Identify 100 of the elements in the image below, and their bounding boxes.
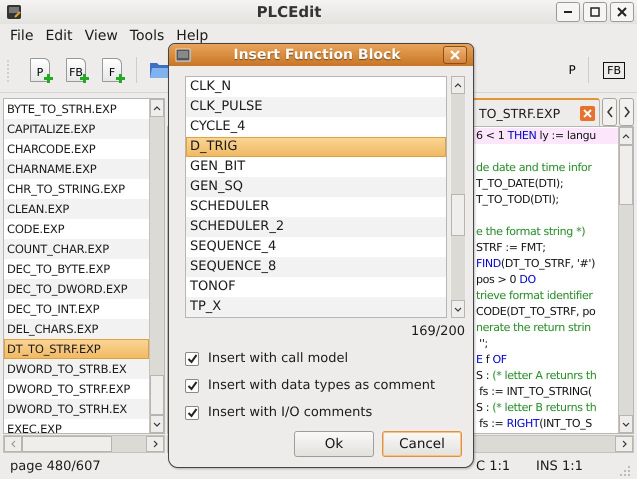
insert-mode-status: INS 1:1 bbox=[536, 458, 584, 474]
chevron-right-icon bbox=[622, 440, 626, 448]
scroll-up-button[interactable] bbox=[451, 76, 465, 94]
scrollbar-thumb[interactable] bbox=[451, 194, 465, 236]
minimize-button[interactable] bbox=[556, 2, 580, 22]
code-text: S : bbox=[476, 401, 490, 414]
function-block-item[interactable]: SEQUENCE_4 bbox=[186, 237, 446, 257]
resize-grip[interactable] bbox=[619, 465, 631, 477]
function-block-item[interactable]: CLK_PULSE bbox=[186, 97, 446, 117]
scroll-down-button[interactable] bbox=[619, 415, 633, 433]
function-block-item[interactable]: CYCLE_4 bbox=[186, 117, 446, 137]
function-block-button[interactable]: FB bbox=[603, 62, 625, 78]
close-icon bbox=[617, 7, 627, 17]
function-block-item[interactable]: CLK_N bbox=[186, 77, 446, 97]
file-list-item[interactable]: COUNT_CHAR.EXP bbox=[4, 239, 149, 259]
file-list-item[interactable]: CLEAN.EXP bbox=[4, 199, 149, 219]
file-list-item[interactable]: DEL_CHARS.EXP bbox=[4, 319, 149, 339]
code-text: T_TO_DATE(DTI); bbox=[476, 177, 564, 190]
file-list-item[interactable]: CHR_TO_STRING.EXP bbox=[4, 179, 149, 199]
code-text: fs := INT_TO_STRING( bbox=[478, 385, 592, 398]
function-block-item[interactable]: GEN_BIT bbox=[186, 157, 446, 177]
file-list-item[interactable]: CAPITALIZE.EXP bbox=[4, 119, 149, 139]
menu-item[interactable]: File bbox=[4, 28, 40, 44]
ok-button[interactable]: Ok bbox=[294, 431, 374, 457]
scrollbar-thumb[interactable] bbox=[22, 436, 112, 452]
file-list-item[interactable]: EXEC.EXP bbox=[4, 419, 149, 433]
code-text: e the format string *) bbox=[476, 225, 586, 238]
close-button[interactable] bbox=[610, 2, 634, 22]
function-block-item[interactable]: SCHEDULER bbox=[186, 197, 446, 217]
file-list-item[interactable]: DT_TO_STRF.EXP bbox=[4, 339, 149, 359]
cancel-button[interactable]: Cancel bbox=[382, 431, 462, 457]
code-text: T_TO_TOD(DTI); bbox=[476, 193, 559, 206]
scroll-right-button[interactable] bbox=[146, 436, 164, 452]
code-text: fs := bbox=[478, 417, 504, 430]
checkbox-label: Insert with data types as comment bbox=[208, 378, 436, 393]
chevron-up-icon bbox=[454, 82, 462, 88]
code-text: trieve format identifier bbox=[476, 289, 593, 302]
file-list-item[interactable]: DEC_TO_DWORD.EXP bbox=[4, 279, 149, 299]
function-block-item[interactable]: TP_X bbox=[186, 297, 446, 317]
chevron-down-icon bbox=[622, 422, 630, 426]
code-text: DO bbox=[519, 273, 536, 286]
scrollbar-thumb[interactable] bbox=[150, 375, 164, 415]
chevron-left-icon bbox=[10, 440, 16, 448]
file-list-item[interactable]: BYTE_TO_STRH.EXP bbox=[4, 99, 149, 119]
close-button[interactable] bbox=[443, 46, 467, 64]
minimize-icon bbox=[564, 11, 572, 13]
scroll-right-button[interactable] bbox=[615, 436, 633, 452]
chevron-right-icon bbox=[622, 106, 630, 118]
chevron-up-icon bbox=[622, 134, 630, 138]
checkbox[interactable] bbox=[185, 406, 199, 420]
file-list-item[interactable]: DWORD_TO_STRB.EX bbox=[4, 359, 149, 379]
code-text: (DT_TO_STRF, '#') bbox=[500, 257, 596, 270]
function-block-item[interactable]: SCHEDULER_2 bbox=[186, 217, 446, 237]
scroll-down-button[interactable] bbox=[451, 300, 465, 318]
function-block-item[interactable]: GEN_SQ bbox=[186, 177, 446, 197]
code-text: f bbox=[484, 353, 491, 366]
checkbox-label: Insert with call model bbox=[208, 351, 348, 366]
chevron-down-icon bbox=[454, 306, 462, 312]
function-block-item[interactable]: TONOF bbox=[186, 277, 446, 297]
horizontal-scrollbar[interactable] bbox=[3, 435, 165, 453]
code-text: STRF := FMT; bbox=[476, 241, 546, 254]
file-list-item[interactable]: DEC_TO_BYTE.EXP bbox=[4, 259, 149, 279]
checkbox[interactable] bbox=[185, 352, 199, 366]
code-text: S : bbox=[476, 369, 490, 382]
code-text: pos > 0 bbox=[476, 273, 518, 286]
dialog-title: Insert Function Block bbox=[232, 47, 402, 63]
maximize-icon bbox=[590, 7, 600, 17]
code-text: CODE(DT_TO_STRF, po bbox=[476, 305, 596, 318]
close-icon[interactable] bbox=[580, 106, 595, 120]
file-list-item[interactable]: CODE.EXP bbox=[4, 219, 149, 239]
scroll-up-button[interactable] bbox=[619, 127, 633, 145]
scroll-up-button[interactable] bbox=[150, 99, 164, 117]
menu-item[interactable]: Help bbox=[170, 28, 214, 44]
previous-tab-button[interactable] bbox=[602, 98, 617, 126]
toolbar-button[interactable]: P bbox=[564, 63, 580, 77]
menu-item[interactable]: Edit bbox=[39, 28, 79, 44]
menu-item[interactable]: Tools bbox=[124, 28, 170, 44]
file-list-item[interactable]: DWORD_TO_STRH.EX bbox=[4, 399, 149, 419]
file-list-item[interactable]: CHARNAME.EXP bbox=[4, 159, 149, 179]
plus-icon bbox=[116, 74, 125, 83]
code-text: ly := langu bbox=[538, 129, 596, 142]
code-text: OF bbox=[492, 353, 507, 366]
code-text: THEN bbox=[508, 129, 536, 142]
next-tab-button[interactable] bbox=[619, 98, 634, 126]
file-list-item[interactable]: DWORD_TO_STRF.EXP bbox=[4, 379, 149, 399]
file-list-item[interactable]: DEC_TO_INT.EXP bbox=[4, 299, 149, 319]
function-block-item[interactable]: SEQUENCE_8 bbox=[186, 257, 446, 277]
code-text: ''; bbox=[478, 337, 488, 350]
scrollbar-thumb[interactable] bbox=[619, 145, 633, 205]
window-icon bbox=[175, 48, 191, 62]
maximize-button[interactable] bbox=[583, 2, 607, 22]
function-block-item[interactable]: D_TRIG bbox=[186, 137, 446, 157]
scroll-down-button[interactable] bbox=[150, 415, 164, 433]
code-text: (INT_TO_S bbox=[539, 417, 592, 430]
file-list-item[interactable]: CHARCODE.EXP bbox=[4, 139, 149, 159]
checkbox[interactable] bbox=[185, 378, 199, 392]
code-text: (* letter B returns th bbox=[492, 401, 596, 414]
cursor-position: C 1:1 bbox=[476, 458, 512, 474]
menu-item[interactable]: View bbox=[78, 28, 124, 44]
chevron-left-icon bbox=[606, 106, 614, 118]
